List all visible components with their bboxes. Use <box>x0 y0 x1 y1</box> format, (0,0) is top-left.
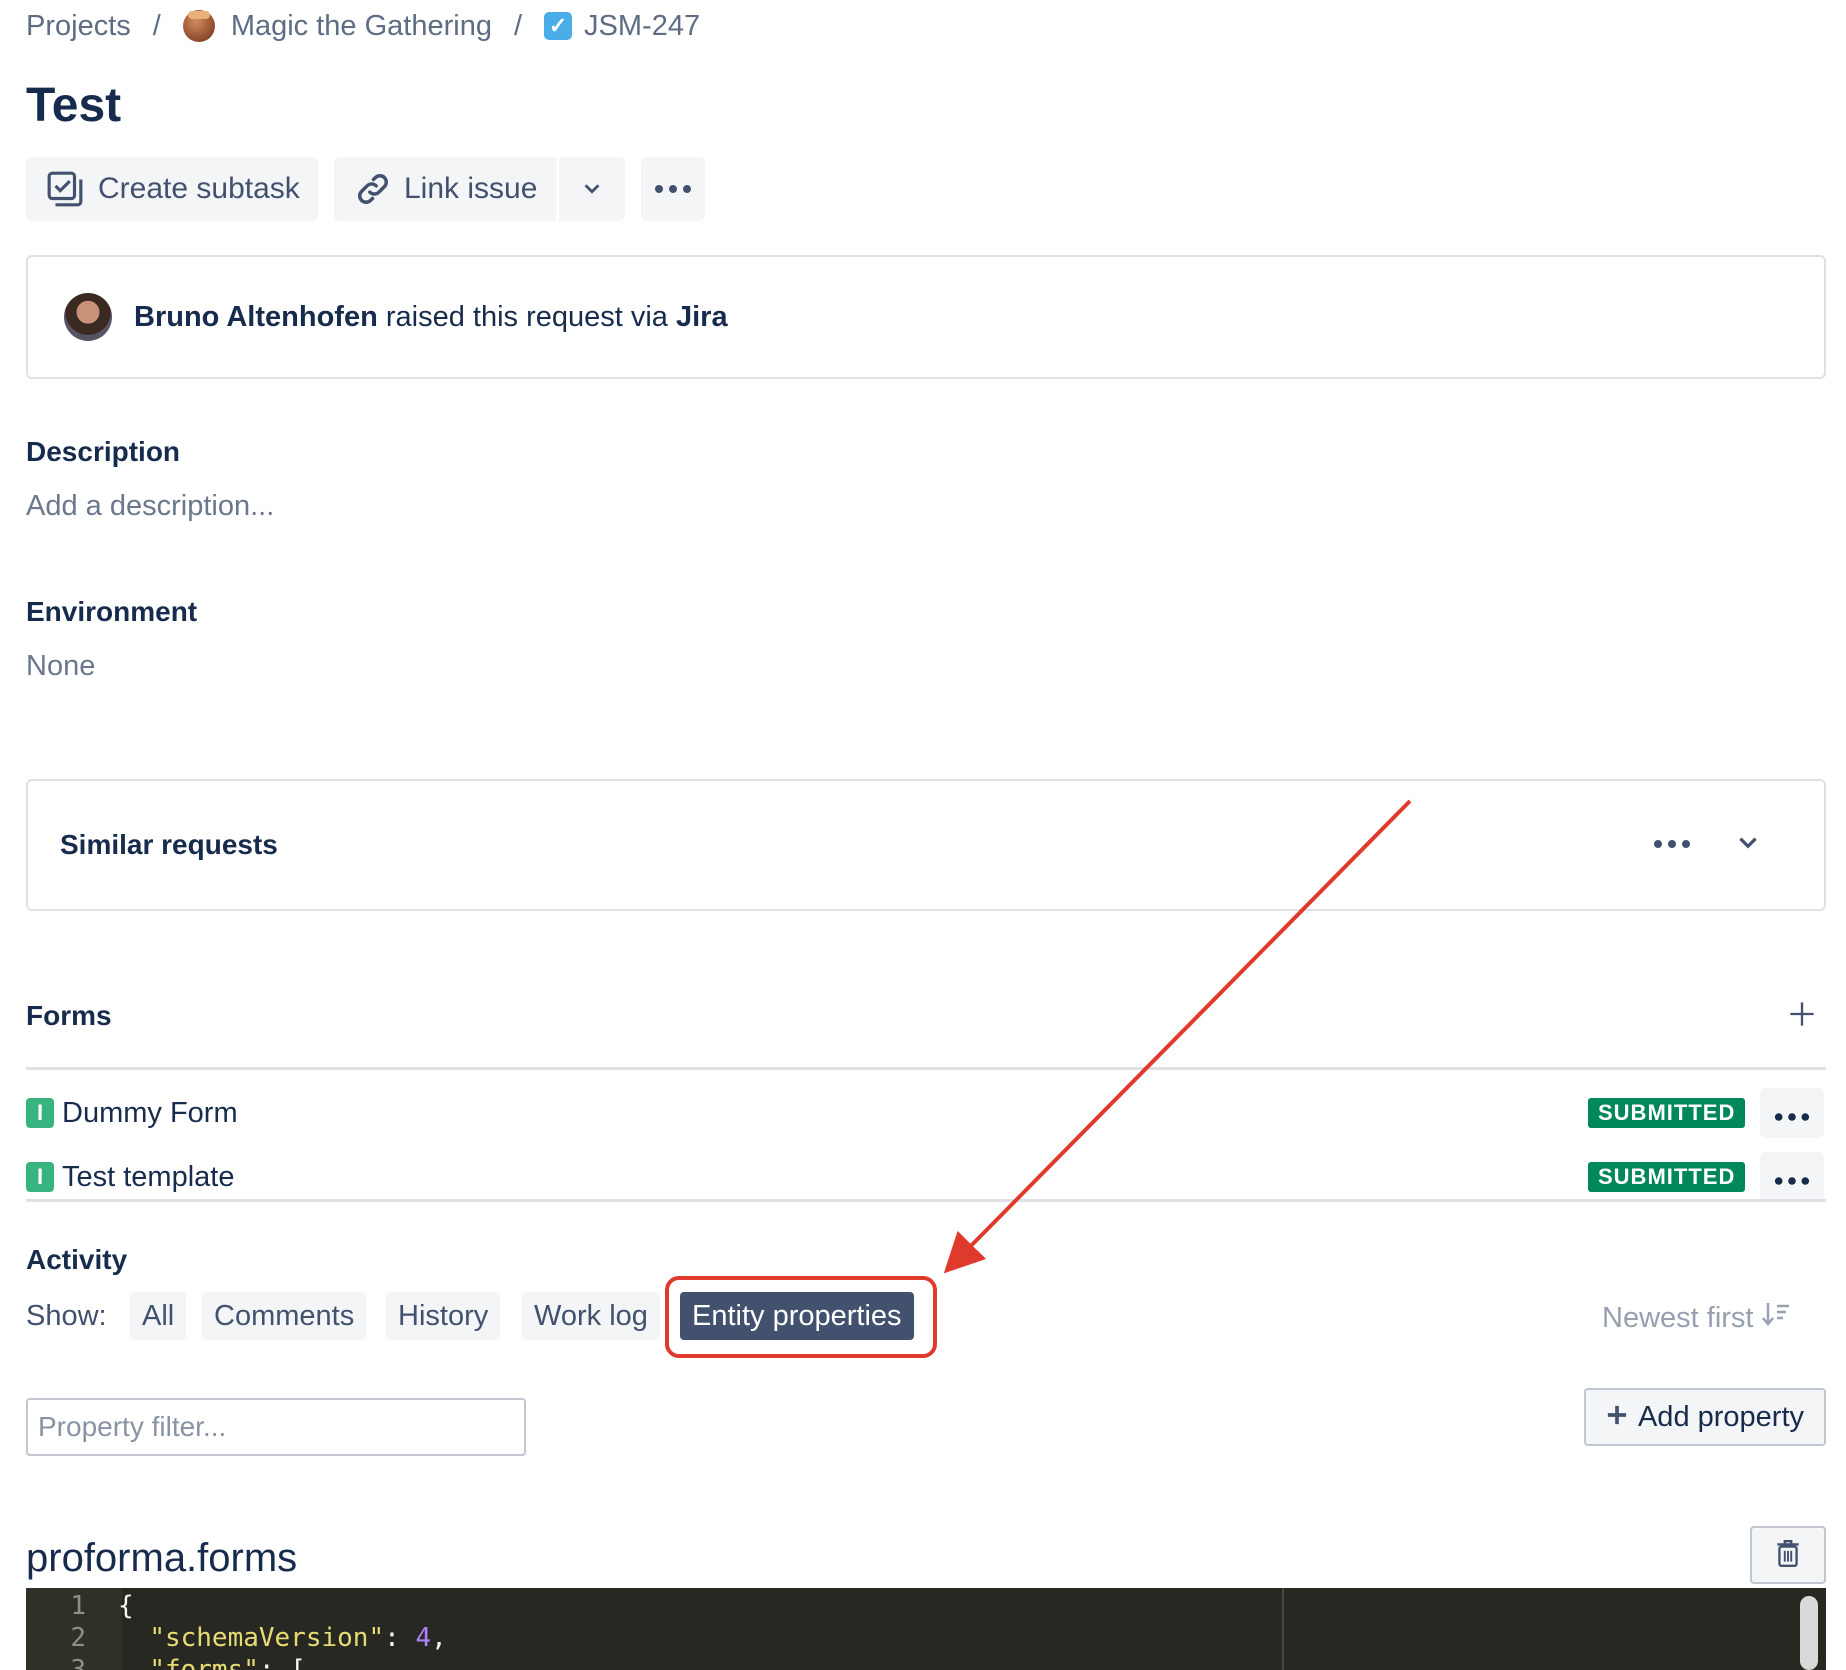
arrow-annotation <box>943 799 1412 1274</box>
